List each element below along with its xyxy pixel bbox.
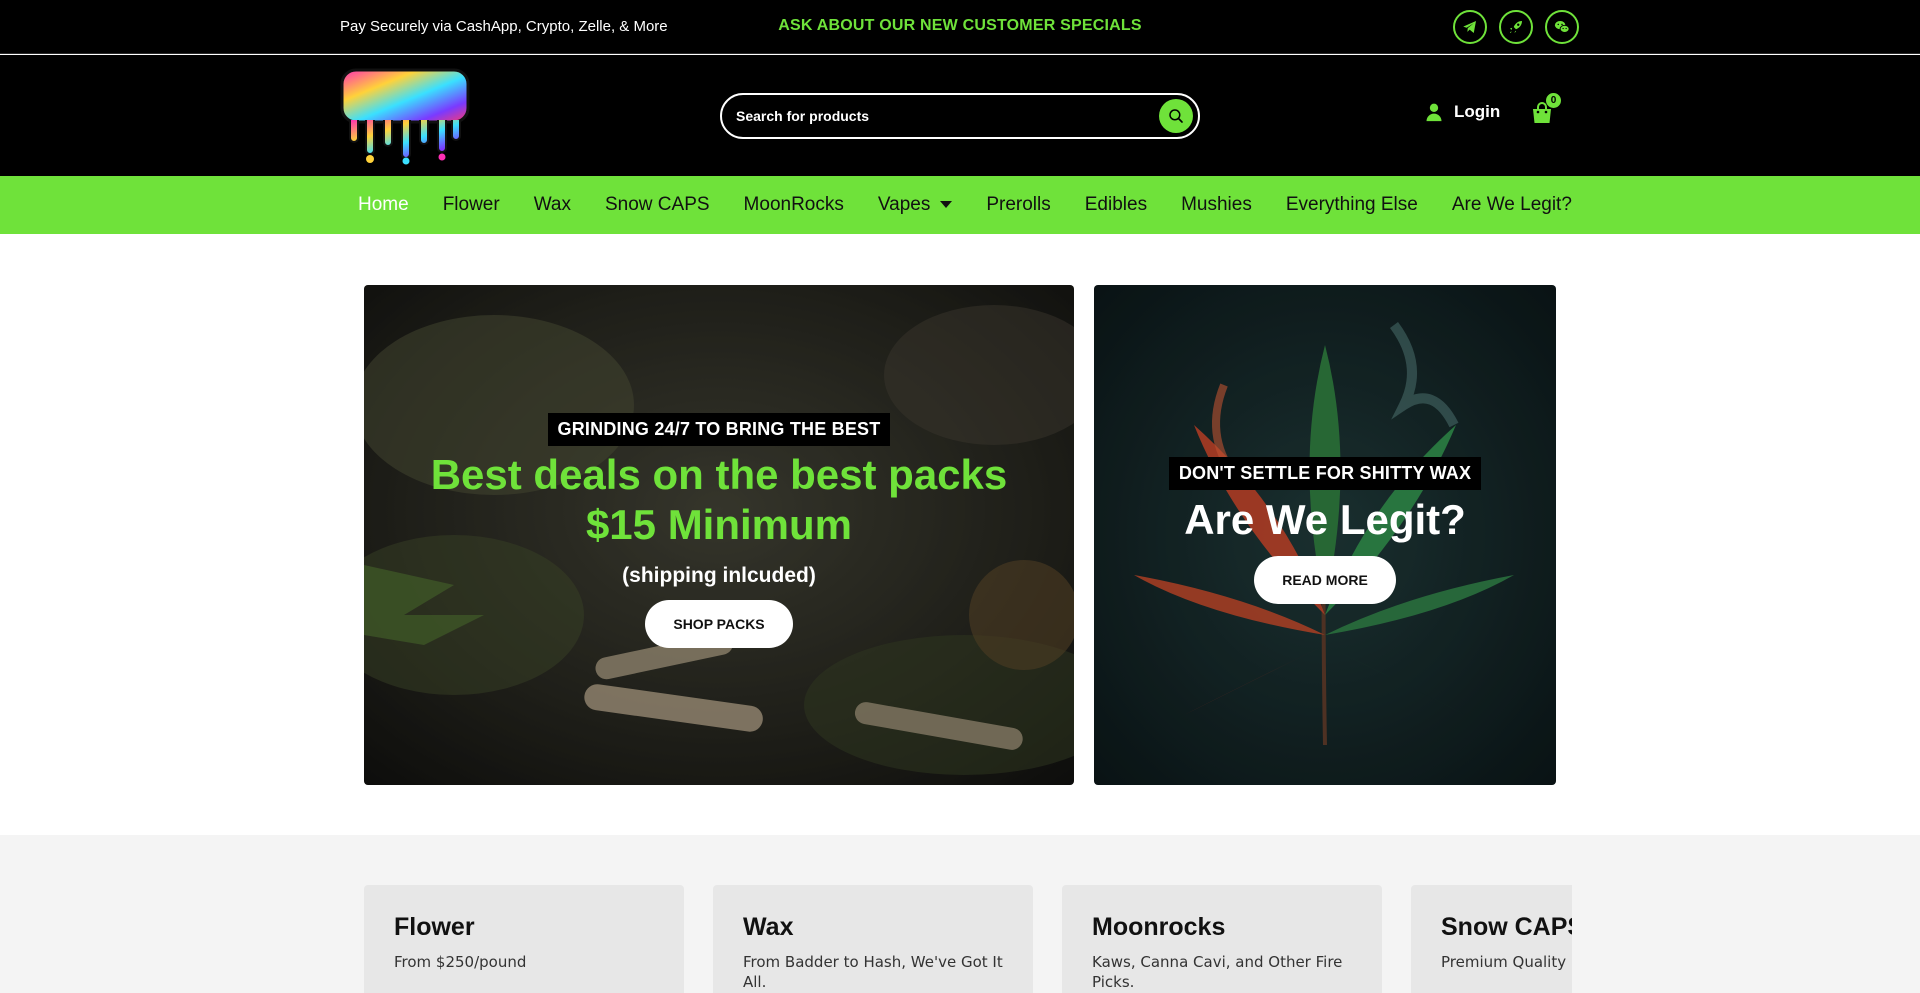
category-desc: From $250/pound <box>394 953 527 971</box>
nav-label: Everything Else <box>1285 194 1418 215</box>
read-more-button[interactable]: READ MORE <box>1254 556 1396 604</box>
category-card-wax[interactable]: Wax From Badder to Hash, We've Got It Al… <box>713 885 1033 993</box>
category-card-snow-caps[interactable]: Snow CAPS Premium Quality Prices. <box>1411 885 1572 993</box>
telegram-icon[interactable] <box>1453 10 1487 44</box>
nav-item-snow-caps[interactable]: Snow CAPS <box>605 194 710 216</box>
user-icon <box>1426 103 1442 122</box>
wechat-icon[interactable] <box>1545 10 1579 44</box>
nav-label: Home <box>358 194 409 215</box>
nav-item-are-we-legit[interactable]: Are We Legit? <box>1452 194 1572 216</box>
nav-item-home[interactable]: Home <box>358 194 409 216</box>
nav-label: Edibles <box>1084 194 1148 215</box>
site-header: Login 0 <box>0 55 1920 176</box>
category-carousel: Flower From $250/pound Wax From Badder t… <box>364 885 1572 993</box>
hero-banner-legit: DON'T SETTLE FOR SHITTY WAX Are We Legit… <box>1094 285 1556 785</box>
hero-left-subtext: (shipping inlcuded) <box>622 564 816 587</box>
nav-item-vapes[interactable]: Vapes <box>877 194 953 216</box>
nav-item-wax[interactable]: Wax <box>534 194 571 216</box>
search-icon <box>1169 109 1183 123</box>
nav-label: Flower <box>442 194 500 215</box>
nav-item-prerolls[interactable]: Prerolls <box>986 194 1050 216</box>
category-title: Snow CAPS <box>1441 913 1572 941</box>
category-title: Moonrocks <box>1092 913 1226 941</box>
nav-label: Prerolls <box>986 194 1051 215</box>
nav-item-everything-else[interactable]: Everything Else <box>1286 194 1418 216</box>
hero-left-headline: Best deals on the best packs <box>430 451 1008 498</box>
cart-count-badge: 0 <box>1546 93 1561 108</box>
hero-banner-packs: GRINDING 24/7 TO BRING THE BEST Best dea… <box>364 285 1074 785</box>
hero-left-content: GRINDING 24/7 TO BRING THE BEST Best dea… <box>364 413 1074 648</box>
nav-label: MoonRocks <box>743 194 844 215</box>
category-card-moonrocks[interactable]: Moonrocks Kaws, Canna Cavi, and Other Fi… <box>1062 885 1382 993</box>
login-link[interactable]: Login <box>1424 102 1500 122</box>
hero-left-tagline: GRINDING 24/7 TO BRING THE BEST <box>547 413 891 446</box>
category-desc: Kaws, Canna Cavi, and Other Fire Picks. <box>1092 953 1343 991</box>
nav-item-edibles[interactable]: Edibles <box>1085 194 1147 216</box>
cart-button[interactable]: 0 <box>1530 93 1561 127</box>
hero-right-content: DON'T SETTLE FOR SHITTY WAX Are We Legit… <box>1094 457 1556 604</box>
caret-down-icon <box>940 201 953 208</box>
category-desc: From Badder to Hash, We've Got It All. <box>743 953 1003 991</box>
nav-label: Vapes <box>877 194 931 215</box>
nav-label: Are We Legit? <box>1451 194 1572 215</box>
main-nav: Home Flower Wax Snow CAPS MoonRocks Vape… <box>0 176 1920 234</box>
category-title: Wax <box>743 913 794 941</box>
category-card-flower[interactable]: Flower From $250/pound <box>364 885 684 993</box>
nav-item-moonrocks[interactable]: MoonRocks <box>744 194 844 216</box>
promo-text[interactable]: ASK ABOUT OUR NEW CUSTOMER SPECIALS <box>778 17 1141 35</box>
signal-rocket-icon[interactable] <box>1499 10 1533 44</box>
hero-right-tagline: DON'T SETTLE FOR SHITTY WAX <box>1168 457 1482 490</box>
hero-left-price: $15 Minimum <box>585 501 853 548</box>
search-button[interactable] <box>1159 99 1193 133</box>
category-desc: Premium Quality Prices. <box>1441 953 1572 971</box>
trap-logo[interactable] <box>340 64 470 166</box>
login-label: Login <box>1454 102 1501 121</box>
nav-item-flower[interactable]: Flower <box>443 194 500 216</box>
search-input[interactable] <box>736 105 1136 127</box>
promo-banner: ASK ABOUT OUR NEW CUSTOMER SPECIALS <box>0 17 1920 35</box>
nav-label: Snow CAPS <box>605 194 710 215</box>
nav-item-mushies[interactable]: Mushies <box>1181 194 1252 216</box>
category-section: Flower From $250/pound Wax From Badder t… <box>0 835 1920 993</box>
category-title: Flower <box>394 913 475 941</box>
top-bar: Pay Securely via CashApp, Crypto, Zelle,… <box>0 0 1920 54</box>
nav-label: Mushies <box>1181 194 1252 215</box>
shop-packs-button[interactable]: SHOP PACKS <box>645 600 793 648</box>
hero-right-headline: Are We Legit? <box>1184 496 1466 543</box>
search-bar <box>720 93 1200 139</box>
nav-label: Wax <box>533 194 571 215</box>
